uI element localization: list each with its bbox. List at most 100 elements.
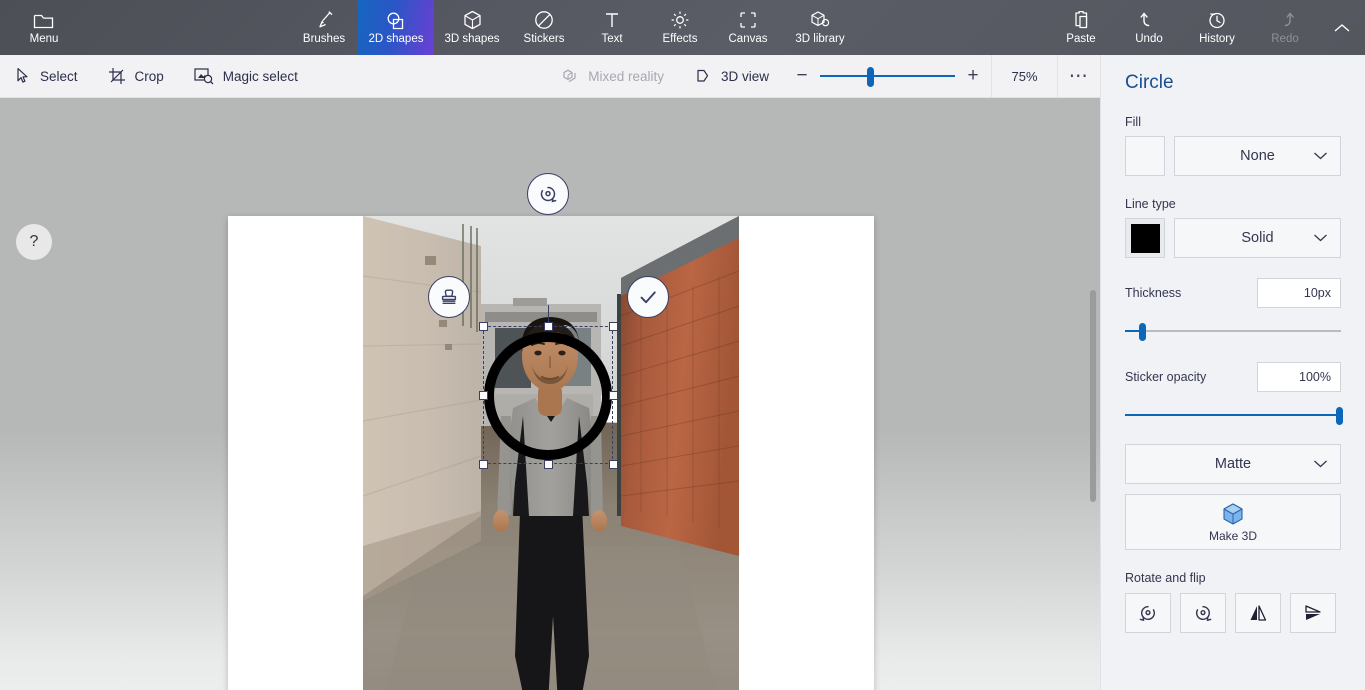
zoom-slider-track [820,75,955,77]
mixed-reality-label: Mixed reality [588,68,664,84]
rotate-left-button[interactable] [1125,593,1171,633]
line-style-value: Solid [1241,230,1274,246]
2d-shapes-icon [385,9,407,31]
ellipsis-icon: ⋯ [1068,65,1090,87]
tool-text[interactable]: Text [578,0,646,55]
rotate-right-button[interactable] [1180,593,1226,633]
3d-view-icon [694,67,712,85]
line-style-dropdown[interactable]: Solid [1174,218,1341,258]
make-3d-button[interactable]: Make 3D [1125,494,1341,550]
resize-handle-n[interactable] [544,322,553,331]
line-type-label: Line type [1125,197,1176,211]
zoom-out-button[interactable]: − [784,55,820,98]
redo-label: Redo [1271,33,1299,45]
undo-label: Undo [1135,33,1163,45]
cube-3d-icon [1220,501,1246,527]
make-3d-label: Make 3D [1208,529,1258,543]
paste-button[interactable]: Paste [1047,0,1115,55]
3d-view-button[interactable]: 3D view [679,55,784,98]
3d-view-label: 3D view [720,68,769,84]
thickness-track [1125,330,1341,332]
line-color-swatch[interactable] [1125,218,1165,258]
undo-button[interactable]: Undo [1115,0,1183,55]
tool-stickers-label: Stickers [523,33,565,45]
minus-icon: − [796,65,808,86]
panel-title: Circle [1125,72,1174,93]
mixed-reality-button: Mixed reality [546,55,679,98]
resize-handle-w[interactable] [479,391,488,400]
zoom-slider-thumb[interactable] [867,66,874,87]
sticker-opacity-track-filled [1125,414,1341,416]
chevron-up-icon [1334,23,1350,32]
tool-brushes[interactable]: Brushes [290,0,358,55]
zoom-slider[interactable] [820,55,955,98]
resize-handle-se[interactable] [609,460,618,469]
chevron-down-icon [1313,234,1328,243]
redo-button: Redo [1251,0,1319,55]
help-button[interactable]: ? [16,224,52,260]
tool-3d-shapes-label: 3D shapes [444,33,500,45]
canvas-vertical-scrollbar[interactable] [1090,290,1096,502]
resize-handle-e[interactable] [609,391,618,400]
zoom-controls: − + 75% ⋯ [784,54,1100,98]
redo-icon [1274,9,1296,31]
flip-vertical-button[interactable] [1290,593,1336,633]
help-icon: ? [29,233,39,250]
ribbon-actions-group: Paste Undo History Redo [1047,0,1365,55]
resize-handle-nw[interactable] [479,322,488,331]
collapse-ribbon-button[interactable] [1319,0,1365,55]
shape-selection-box[interactable] [479,305,618,469]
select-button[interactable]: Select [0,55,93,98]
sticker-opacity-slider[interactable] [1125,404,1343,426]
stamp-button[interactable] [428,276,470,318]
confirm-button[interactable] [627,276,669,318]
magic-select-icon [194,67,214,85]
crop-icon [108,67,126,85]
rotate-right-icon [1196,606,1212,622]
history-label: History [1199,33,1235,45]
thickness-slider-thumb[interactable] [1139,323,1147,341]
crop-button[interactable]: Crop [93,55,179,98]
thickness-input[interactable]: 10px [1257,278,1341,308]
plus-icon: + [967,65,979,86]
sticker-opacity-slider-thumb[interactable] [1336,407,1343,425]
rotate-icon [540,186,557,203]
tool-3d-shapes[interactable]: 3D shapes [434,0,510,55]
fill-type-dropdown[interactable]: None [1174,136,1341,176]
ribbon-tools-group: Brushes 2D shapes 3D shapes Stickers Tex… [290,0,858,55]
stamp-icon [441,289,457,304]
zoom-percent[interactable]: 75% [991,54,1058,98]
magic-select-button[interactable]: Magic select [179,55,313,98]
resize-handle-ne[interactable] [609,322,618,331]
zoom-in-button[interactable]: + [955,55,991,98]
tool-stickers[interactable]: Stickers [510,0,578,55]
resize-handle-s[interactable] [544,460,553,469]
undo-icon [1138,9,1160,31]
material-dropdown[interactable]: Matte [1125,444,1341,484]
sticker-opacity-input[interactable]: 100% [1257,362,1341,392]
text-icon [601,9,623,31]
cube-icon [462,9,483,31]
rotate-and-flip-row [1125,593,1341,633]
history-button[interactable]: History [1183,0,1251,55]
tool-canvas[interactable]: Canvas [714,0,782,55]
tool-2d-shapes[interactable]: 2D shapes [358,0,434,55]
secondary-toolbar: Select Crop Magic select Mixed reality 3… [0,54,1100,98]
more-options-button[interactable]: ⋯ [1058,55,1100,98]
canvas-workspace[interactable]: ? [0,98,1100,690]
paint3d-window: Menu Brushes 2D shapes 3D shapes Sticker… [0,0,1365,690]
thickness-label: Thickness [1125,286,1182,300]
fill-color-swatch[interactable] [1125,136,1165,176]
tool-effects[interactable]: Effects [646,0,714,55]
menu-label: Menu [29,33,59,45]
resize-handle-sw[interactable] [479,460,488,469]
crop-label: Crop [134,68,164,84]
fill-row: None [1125,136,1341,176]
line-color-chip [1130,223,1160,253]
menu-button[interactable]: Menu [10,0,78,55]
tool-3d-library[interactable]: 3D library [782,0,858,55]
rotate-handle[interactable] [527,173,569,215]
flip-horizontal-button[interactable] [1235,593,1281,633]
thickness-row: Thickness 10px [1125,278,1341,308]
thickness-slider[interactable] [1125,320,1341,342]
